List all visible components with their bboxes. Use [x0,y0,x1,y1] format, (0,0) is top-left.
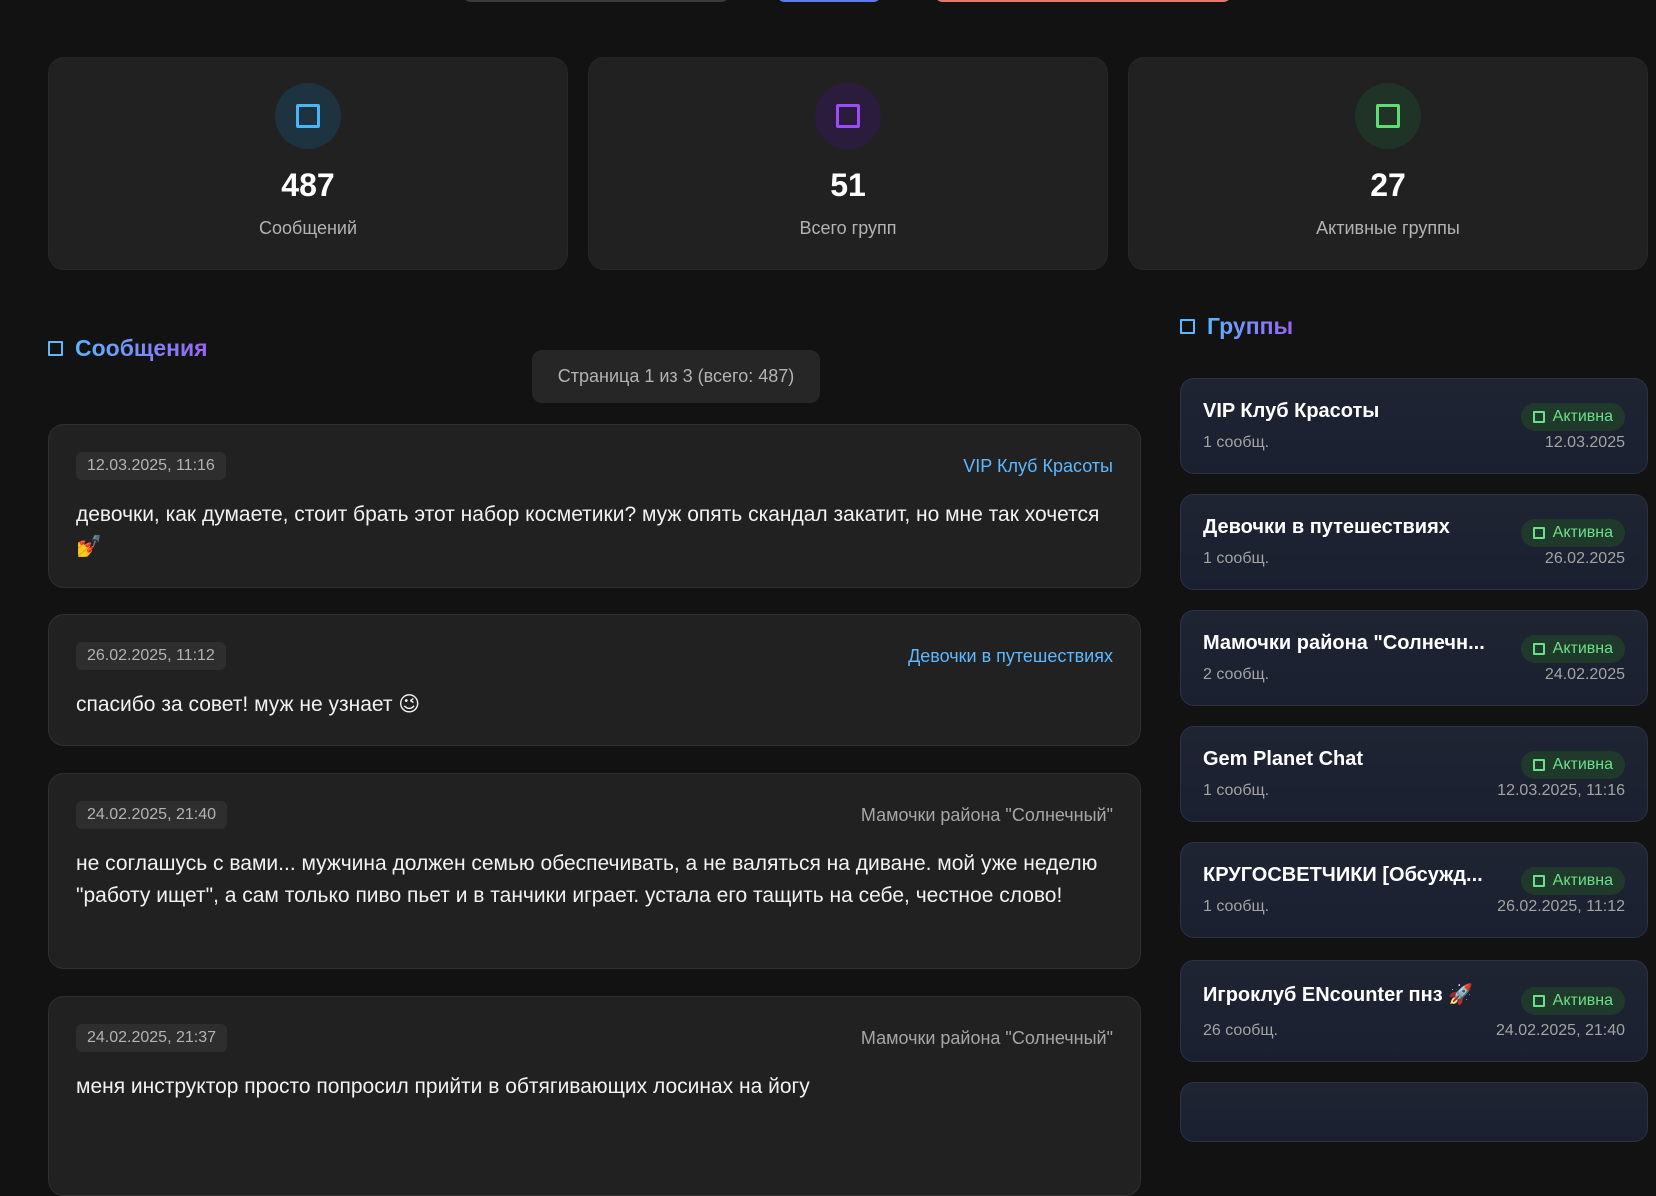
stat-value: 27 [1370,167,1406,203]
group-name: КРУГОСВЕТЧИКИ [Обсужд... [1203,864,1483,886]
group-message-count: 26 сообщ. [1203,1022,1278,1039]
group-message-count: 2 сообщ. [1203,666,1270,683]
stat-label: Активные группы [1316,218,1460,238]
search-field[interactable] [462,0,730,2]
square-icon [836,104,860,128]
group-card[interactable]: VIP Клуб Красоты 1 сообщ. Активна 12.03.… [1180,378,1648,474]
message-text: спасибо за совет! муж не узнает 😉 [76,693,421,716]
group-name: VIP Клуб Красоты [1203,400,1380,422]
status-badge: Активна [1520,519,1625,547]
status-badge: Активна [1520,867,1625,895]
status-badge-label: Активна [1552,640,1613,657]
message-text: девочки, как думаете, стоит брать этот н… [76,503,1100,558]
square-icon [296,104,320,128]
group-message-count: 1 сообщ. [1203,550,1270,567]
group-card[interactable] [1180,1082,1648,1142]
group-card[interactable]: Gem Planet Chat 1 сообщ. Активна 12.03.2… [1180,726,1648,822]
group-name: Игроклуб ENcounter пнз 🚀 [1203,984,1474,1006]
status-badge-label: Активна [1552,872,1613,889]
square-icon [48,341,63,356]
message-text: меня инструктор просто попросил прийти в… [76,1075,810,1098]
group-message-count: 1 сообщ. [1203,782,1270,799]
message-text: не соглашусь с вами... мужчина должен се… [76,852,1098,907]
group-date: 12.03.2025 [1544,434,1625,451]
group-name: Gem Planet Chat [1203,748,1364,770]
stat-label: Сообщений [259,218,357,238]
group-name: Девочки в путешествиях [1203,516,1450,538]
message-group-name: Мамочки района "Солнечный" [860,1028,1113,1048]
group-date: 24.02.2025, 21:40 [1495,1022,1625,1039]
messages-title: Сообщения [75,335,208,361]
status-badge: Активна [1520,987,1625,1015]
stat-card-active-groups: 27 Активные группы [1128,57,1648,270]
groups-title-row: Группы [1180,313,1293,340]
message-card: 24.02.2025, 21:37 Мамочки района "Солнеч… [48,996,1141,1196]
message-date: 24.02.2025, 21:37 [76,1024,228,1052]
pagination-info: Страница 1 из 3 (всего: 487) [532,350,820,403]
stat-label: Всего групп [799,218,897,238]
group-message-count: 1 сообщ. [1203,898,1270,915]
square-icon [1180,319,1195,334]
square-icon [1532,643,1545,655]
message-card: 24.02.2025, 21:40 Мамочки района "Солнеч… [48,773,1141,969]
group-date: 26.02.2025, 11:12 [1497,898,1625,915]
messages-title-row: Сообщения [48,335,208,362]
status-badge: Активна [1520,403,1625,431]
group-date: 26.02.2025 [1544,550,1625,567]
message-card: 26.02.2025, 11:12 Девочки в путешествиях… [48,614,1141,746]
status-badge-label: Активна [1552,992,1613,1009]
square-icon [1532,995,1545,1007]
square-icon [1532,875,1545,887]
square-icon [1376,104,1400,128]
group-date: 12.03.2025, 11:16 [1497,782,1625,799]
stat-card-messages: 487 Сообщений [48,57,568,270]
stat-icon-circle [1355,83,1421,149]
group-name: Мамочки района "Солнечн... [1203,632,1485,654]
action-button[interactable] [934,0,1232,2]
stat-value: 487 [281,167,335,203]
message-date: 24.02.2025, 21:40 [76,801,228,829]
message-card: 12.03.2025, 11:16 VIP Клуб Красоты девоч… [48,424,1141,588]
status-badge-label: Активна [1552,524,1613,541]
status-badge: Активна [1520,751,1625,779]
stat-icon-circle [815,83,881,149]
group-date: 24.02.2025 [1544,666,1625,683]
stat-icon-circle [275,83,341,149]
message-date: 26.02.2025, 11:12 [76,642,226,670]
groups-title: Группы [1207,313,1294,339]
stat-value: 51 [830,167,866,203]
group-card[interactable]: Игроклуб ENcounter пнз 🚀 26 сообщ. Актив… [1180,960,1648,1062]
primary-button[interactable] [776,0,882,2]
square-icon [1532,411,1545,423]
group-card[interactable]: КРУГОСВЕТЧИКИ [Обсужд... 1 сообщ. Активн… [1180,842,1648,938]
group-card[interactable]: Девочки в путешествиях 1 сообщ. Активна … [1180,494,1648,590]
group-card[interactable]: Мамочки района "Солнечн... 2 сообщ. Акти… [1180,610,1648,706]
status-badge: Активна [1520,635,1625,663]
status-badge-label: Активна [1552,408,1613,425]
top-controls [0,0,1656,4]
message-group-link[interactable]: VIP Клуб Красоты [963,456,1113,477]
stats-row: 487 Сообщений 51 Всего групп 27 Активные… [48,57,1648,270]
group-message-count: 1 сообщ. [1203,434,1270,451]
message-group-link[interactable]: Девочки в путешествиях [908,646,1113,667]
message-group-name: Мамочки района "Солнечный" [860,805,1113,825]
status-badge-label: Активна [1552,756,1613,773]
square-icon [1532,759,1545,771]
square-icon [1532,527,1545,539]
stat-card-groups: 51 Всего групп [588,57,1108,270]
message-date: 12.03.2025, 11:16 [76,452,226,480]
